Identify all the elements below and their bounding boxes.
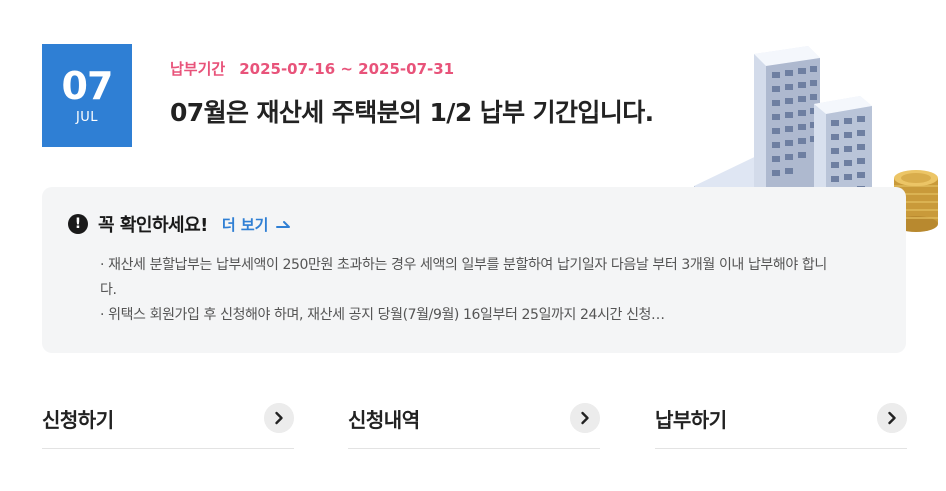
chevron-right-icon[interactable] (877, 403, 907, 433)
more-link[interactable]: 더 보기 (222, 214, 293, 235)
payment-period-range: 2025-07-16 ~ 2025-07-31 (239, 60, 455, 78)
notice-title: 꼭 확인하세요! (98, 215, 208, 236)
alert-circle-icon: ! (68, 214, 88, 234)
chevron-right-icon[interactable] (264, 403, 294, 433)
date-day: 07 (61, 64, 114, 108)
notice-line: · 재산세 분할납부는 납부세액이 250만원 초과하는 경우 세액의 일부를 … (100, 257, 827, 298)
payment-period: 납부기간 2025-07-16 ~ 2025-07-31 (170, 58, 454, 79)
notice-line: · 위택스 회원가입 후 신청해야 하며, 재산세 공지 당월(7월/9월) 1… (100, 307, 665, 323)
notice-body: · 재산세 분할납부는 납부세액이 250만원 초과하는 경우 세액의 일부를 … (100, 253, 840, 328)
payment-period-label: 납부기간 (170, 60, 226, 78)
date-month: JUL (75, 110, 99, 125)
menu-apply-label: 신청하기 (42, 408, 114, 432)
chevron-right-icon[interactable] (570, 403, 600, 433)
menu-payment[interactable]: 납부하기 (655, 393, 907, 449)
menu-apply[interactable]: 신청하기 (42, 393, 294, 449)
notice-box: ! 꼭 확인하세요! 더 보기 · 재산세 분할납부는 납부세액이 250만원 … (42, 187, 906, 353)
menu-history-label: 신청내역 (348, 408, 420, 432)
arrow-right-icon (276, 221, 291, 228)
more-link-label: 더 보기 (221, 215, 269, 234)
menu-history[interactable]: 신청내역 (348, 393, 600, 449)
notice-header: ! 꼭 확인하세요! 더 보기 (68, 211, 292, 237)
page-title: 07월은 재산세 주택분의 1/2 납부 기간입니다. (170, 98, 654, 127)
menu-payment-label: 납부하기 (655, 408, 727, 432)
date-badge: 07 JUL (42, 44, 132, 147)
